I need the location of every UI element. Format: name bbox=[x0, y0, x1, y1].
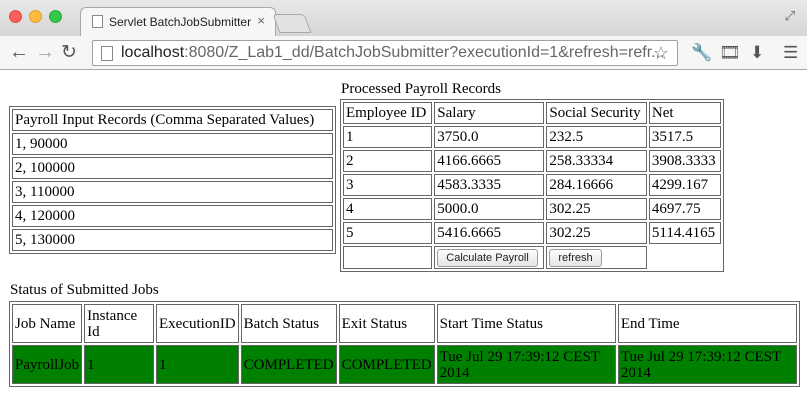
cell: 5000.0 bbox=[434, 198, 545, 220]
cell: COMPLETED bbox=[338, 345, 435, 384]
address-bar[interactable]: localhost:8080/Z_Lab1_dd/BatchJobSubmitt… bbox=[92, 40, 678, 66]
column-header: Social Security bbox=[546, 102, 647, 124]
input-record: 3, 110000 bbox=[12, 181, 333, 203]
cell: 1 bbox=[343, 126, 433, 148]
table-row: PayrollJob 1 1 COMPLETED COMPLETED Tue J… bbox=[12, 345, 797, 384]
calculate-cell: Calculate Payroll bbox=[434, 246, 545, 269]
wrench-icon[interactable]: 🔧 bbox=[691, 43, 712, 63]
address-url: localhost:8080/Z_Lab1_dd/BatchJobSubmitt… bbox=[121, 44, 664, 62]
reload-icon[interactable]: ↻ bbox=[61, 41, 77, 64]
cell: 302.25 bbox=[546, 198, 647, 220]
column-header: Exit Status bbox=[338, 304, 435, 343]
payroll-input-table: Payroll Input Records (Comma Separated V… bbox=[9, 106, 336, 254]
cell: COMPLETED bbox=[240, 345, 337, 384]
input-record: 5, 130000 bbox=[12, 229, 333, 251]
close-tab-icon[interactable]: × bbox=[257, 13, 265, 28]
url-path: :8080/Z_Lab1_dd/BatchJobSubmitter?execut… bbox=[184, 44, 665, 61]
column-header: Net bbox=[648, 102, 721, 124]
table-row: 3 4583.3335 284.16666 4299.167 bbox=[343, 174, 721, 196]
refresh-button[interactable]: refresh bbox=[549, 249, 602, 267]
browser-tab[interactable]: Servlet BatchJobSubmitter × bbox=[80, 7, 276, 36]
cell: 5416.6665 bbox=[434, 222, 545, 244]
browser-toolbar: ← → ↻ localhost:8080/Z_Lab1_dd/BatchJobS… bbox=[0, 36, 807, 70]
actions-row: Calculate Payroll refresh bbox=[343, 246, 721, 269]
cell: 3908.3333 bbox=[648, 150, 721, 172]
browser-titlebar: Servlet BatchJobSubmitter × ⤢ bbox=[0, 0, 807, 36]
cell: 1 bbox=[156, 345, 239, 384]
cell: 5 bbox=[343, 222, 433, 244]
tab-title: Servlet BatchJobSubmitter bbox=[109, 15, 252, 29]
processed-payroll-table: Employee ID Salary Social Security Net 1… bbox=[340, 99, 724, 272]
submitted-jobs-table: Job Name Instance Id ExecutionID Batch S… bbox=[9, 301, 800, 387]
column-header: Salary bbox=[434, 102, 545, 124]
column-header: End Time bbox=[617, 304, 797, 343]
jobs-caption: Status of Submitted Jobs bbox=[10, 282, 159, 298]
cell: 1 bbox=[84, 345, 154, 384]
calculate-payroll-button[interactable]: Calculate Payroll bbox=[437, 249, 538, 267]
cell: PayrollJob bbox=[12, 345, 83, 384]
cell: 4583.3335 bbox=[434, 174, 545, 196]
cell: 4166.6665 bbox=[434, 150, 545, 172]
cell: Tue Jul 29 17:39:12 CEST 2014 bbox=[617, 345, 797, 384]
page-content: Payroll Input Records (Comma Separated V… bbox=[0, 71, 807, 412]
cell: 2 bbox=[343, 150, 433, 172]
new-tab-button[interactable] bbox=[272, 14, 312, 33]
film-icon[interactable]: 🎞 bbox=[719, 43, 741, 63]
fullscreen-icon[interactable]: ⤢ bbox=[785, 8, 795, 24]
page-icon bbox=[101, 46, 113, 61]
cell: 3 bbox=[343, 174, 433, 196]
column-header: Start Time Status bbox=[436, 304, 616, 343]
input-record: 4, 120000 bbox=[12, 205, 333, 227]
column-header: Instance Id bbox=[84, 304, 154, 343]
back-icon[interactable]: ← bbox=[9, 41, 29, 64]
column-header: Job Name bbox=[12, 304, 83, 343]
cell: 3750.0 bbox=[434, 126, 545, 148]
menu-icon[interactable]: ☰ bbox=[783, 43, 798, 63]
table-row: 4 5000.0 302.25 4697.75 bbox=[343, 198, 721, 220]
table-row: 2 4166.6665 258.33334 3908.3333 bbox=[343, 150, 721, 172]
table-row: 1 3750.0 232.5 3517.5 bbox=[343, 126, 721, 148]
column-header: Batch Status bbox=[240, 304, 337, 343]
close-window-button[interactable] bbox=[9, 10, 22, 23]
table-header-row: Employee ID Salary Social Security Net bbox=[343, 102, 721, 124]
download-icon[interactable]: ⬇ bbox=[750, 43, 764, 63]
cell: 4299.167 bbox=[648, 174, 721, 196]
input-record: 1, 90000 bbox=[12, 133, 333, 155]
star-icon[interactable]: ☆ bbox=[653, 43, 669, 64]
cell: 4697.75 bbox=[648, 198, 721, 220]
cell: 3517.5 bbox=[648, 126, 721, 148]
cell: 4 bbox=[343, 198, 433, 220]
cell: 302.25 bbox=[546, 222, 647, 244]
zoom-window-button[interactable] bbox=[49, 10, 62, 23]
column-header: Employee ID bbox=[343, 102, 433, 124]
payroll-caption: Processed Payroll Records bbox=[341, 81, 501, 97]
empty-cell bbox=[343, 246, 433, 269]
cell: 5114.4165 bbox=[648, 222, 721, 244]
cell: 258.33334 bbox=[546, 150, 647, 172]
table-row: 5 5416.6665 302.25 5114.4165 bbox=[343, 222, 721, 244]
cell: 284.16666 bbox=[546, 174, 647, 196]
minimize-window-button[interactable] bbox=[29, 10, 42, 23]
url-host: localhost bbox=[121, 44, 185, 61]
cell: 232.5 bbox=[546, 126, 647, 148]
refresh-cell: refresh bbox=[546, 246, 647, 269]
input-header: Payroll Input Records (Comma Separated V… bbox=[12, 109, 333, 131]
forward-icon[interactable]: → bbox=[35, 41, 55, 64]
input-record: 2, 100000 bbox=[12, 157, 333, 179]
table-header-row: Job Name Instance Id ExecutionID Batch S… bbox=[12, 304, 797, 343]
page-icon bbox=[92, 15, 103, 28]
column-header: ExecutionID bbox=[156, 304, 239, 343]
cell: Tue Jul 29 17:39:12 CEST 2014 bbox=[436, 345, 616, 384]
